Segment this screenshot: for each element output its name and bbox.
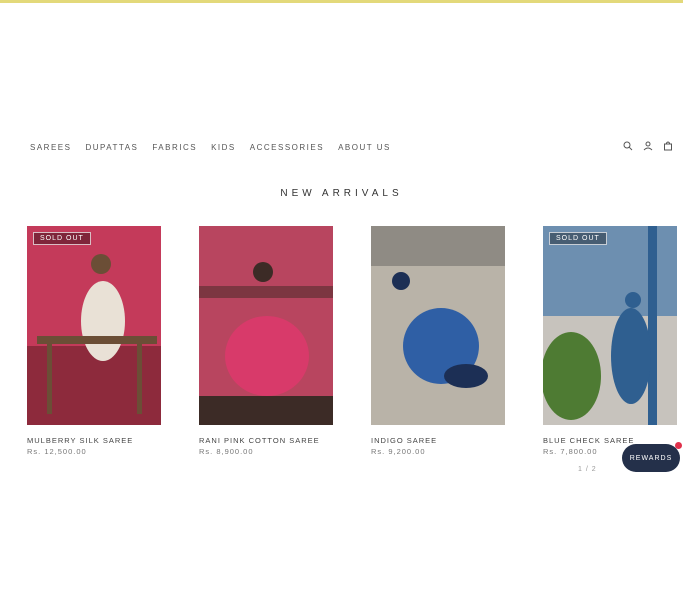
product-photo [27, 226, 161, 425]
product-price: Rs. 8,900.00 [199, 447, 254, 456]
section-title: NEW ARRIVALS [280, 188, 403, 199]
product-carousel: SOLD OUT MULBERRY SILK SAREE Rs. 12,500.… [0, 226, 683, 486]
rewards-label: REWARDS [629, 454, 673, 462]
nav-item-dupattas[interactable]: DUPATTAS [85, 143, 138, 152]
sold-out-badge: SOLD OUT [549, 232, 607, 245]
product-image[interactable]: SOLD OUT [27, 226, 161, 425]
product-price: Rs. 12,500.00 [27, 447, 87, 456]
top-accent-bar [0, 0, 683, 3]
bag-icon[interactable] [663, 141, 673, 151]
product-image[interactable] [371, 226, 505, 425]
product-card[interactable]: SOLD OUT MULBERRY SILK SAREE Rs. 12,500.… [27, 226, 161, 457]
product-price: Rs. 9,200.00 [371, 447, 426, 456]
main-nav: SAREES DUPATTAS FABRICS KIDS ACCESSORIES… [30, 143, 450, 152]
product-card[interactable]: INDIGO SAREE Rs. 9,200.00 [371, 226, 505, 457]
nav-item-sarees[interactable]: SAREES [30, 143, 71, 152]
product-card[interactable]: SOLD OUT BLUE CHECK SAREE Rs. 7,800.00 [543, 226, 677, 457]
product-card[interactable]: RANI PINK COTTON SAREE Rs. 8,900.00 [199, 226, 333, 457]
notification-dot [675, 442, 682, 449]
product-image[interactable]: SOLD OUT [543, 226, 677, 425]
nav-item-accessories[interactable]: ACCESSORIES [250, 143, 324, 152]
product-name[interactable]: MULBERRY SILK SAREE [27, 435, 161, 446]
sold-out-badge: SOLD OUT [33, 232, 91, 245]
product-photo [371, 226, 505, 425]
account-icon[interactable] [643, 141, 653, 151]
header-tools [623, 141, 673, 151]
nav-item-kids[interactable]: KIDS [211, 143, 236, 152]
product-image[interactable] [199, 226, 333, 425]
product-name[interactable]: RANI PINK COTTON SAREE [199, 435, 333, 446]
nav-item-about-us[interactable]: ABOUT US [338, 143, 391, 152]
search-icon[interactable] [623, 141, 633, 151]
product-photo [543, 226, 677, 425]
carousel-pager[interactable]: 1 / 2 [578, 466, 597, 473]
rewards-button[interactable]: REWARDS [622, 442, 682, 472]
product-photo [199, 226, 333, 425]
product-name[interactable]: INDIGO SAREE [371, 435, 505, 446]
nav-item-fabrics[interactable]: FABRICS [152, 143, 197, 152]
